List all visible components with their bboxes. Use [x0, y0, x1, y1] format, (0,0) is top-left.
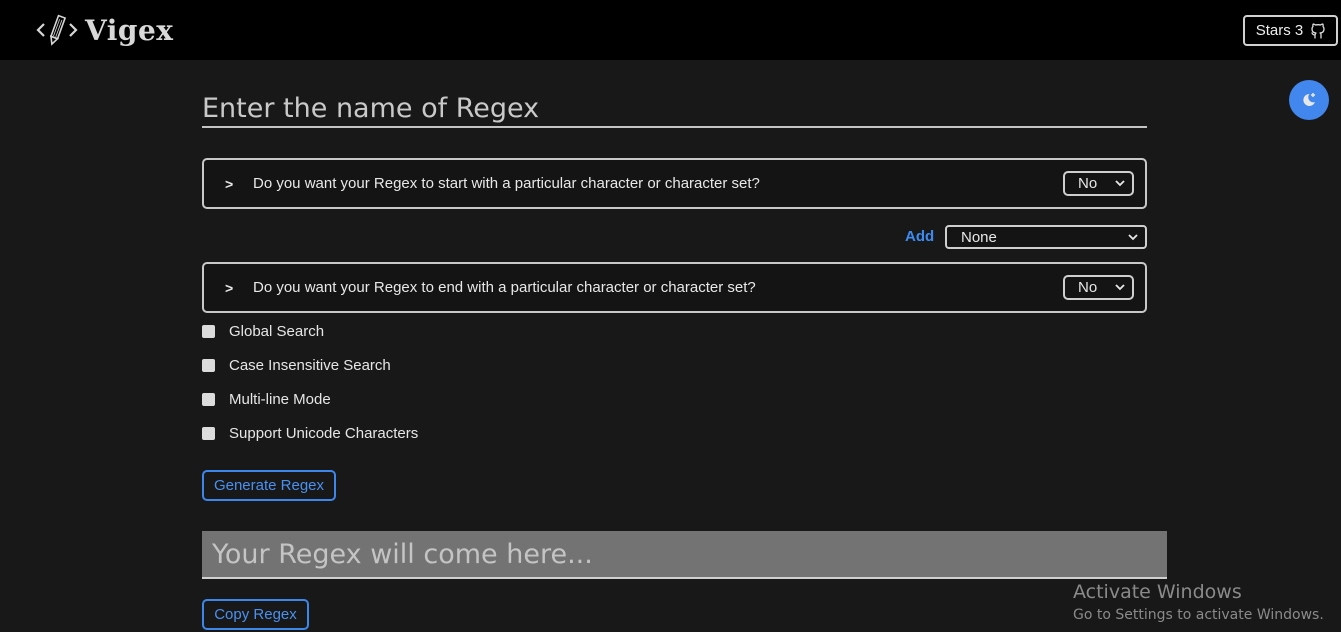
moon-star-icon [1303, 93, 1315, 106]
start-with-select[interactable]: No [1063, 171, 1134, 196]
question-text: Do you want your Regex to start with a p… [253, 175, 760, 192]
option-multiline[interactable]: Multi-line Mode [202, 391, 331, 408]
watermark-title: Activate Windows [1073, 581, 1242, 603]
option-global-search[interactable]: Global Search [202, 323, 324, 340]
end-with-question: > Do you want your Regex to end with a p… [202, 262, 1147, 313]
copy-regex-button[interactable]: Copy Regex [202, 599, 309, 630]
add-link[interactable]: Add [905, 228, 934, 245]
select-value: None [961, 228, 997, 246]
logo[interactable]: Vigex [35, 12, 173, 48]
checkbox-label: Support Unicode Characters [229, 425, 419, 442]
github-stars-button[interactable]: Stars 3 [1243, 15, 1338, 46]
option-unicode[interactable]: Support Unicode Characters [202, 425, 418, 442]
checkbox-label: Global Search [229, 323, 325, 340]
option-case-insensitive[interactable]: Case Insensitive Search [202, 357, 391, 374]
global-search-checkbox[interactable] [202, 325, 215, 338]
chevron-down-icon [1115, 284, 1125, 291]
multiline-checkbox[interactable] [202, 393, 215, 406]
select-value: No [1078, 279, 1098, 296]
checkbox-label: Case Insensitive Search [229, 357, 391, 374]
chevron-down-icon [1115, 180, 1125, 187]
stars-label: Stars 3 [1255, 22, 1304, 39]
watermark-subtitle: Go to Settings to activate Windows. [1073, 607, 1324, 623]
activate-windows-watermark: Activate Windows Go to Settings to activ… [1073, 580, 1324, 625]
expand-chevron-icon[interactable]: > [225, 280, 253, 296]
generate-regex-button[interactable]: Generate Regex [202, 470, 336, 501]
regex-name-input[interactable] [202, 90, 1147, 128]
regex-output: Your Regex will come here... [202, 531, 1167, 579]
end-with-select[interactable]: No [1063, 275, 1134, 300]
start-with-question: > Do you want your Regex to start with a… [202, 158, 1147, 209]
case-insensitive-checkbox[interactable] [202, 359, 215, 372]
expand-chevron-icon[interactable]: > [225, 176, 253, 192]
theme-toggle-button[interactable] [1289, 80, 1329, 120]
add-select[interactable]: None [945, 225, 1147, 249]
code-pencil-icon [36, 14, 78, 46]
select-value: No [1078, 175, 1098, 192]
github-icon [1311, 22, 1325, 39]
app-name: Vigex [85, 13, 174, 47]
chevron-down-icon [1128, 234, 1138, 241]
question-text: Do you want your Regex to end with a par… [253, 279, 756, 296]
navbar: Vigex Stars 3 [0, 0, 1341, 60]
unicode-checkbox[interactable] [202, 427, 215, 440]
checkbox-label: Multi-line Mode [229, 391, 331, 408]
